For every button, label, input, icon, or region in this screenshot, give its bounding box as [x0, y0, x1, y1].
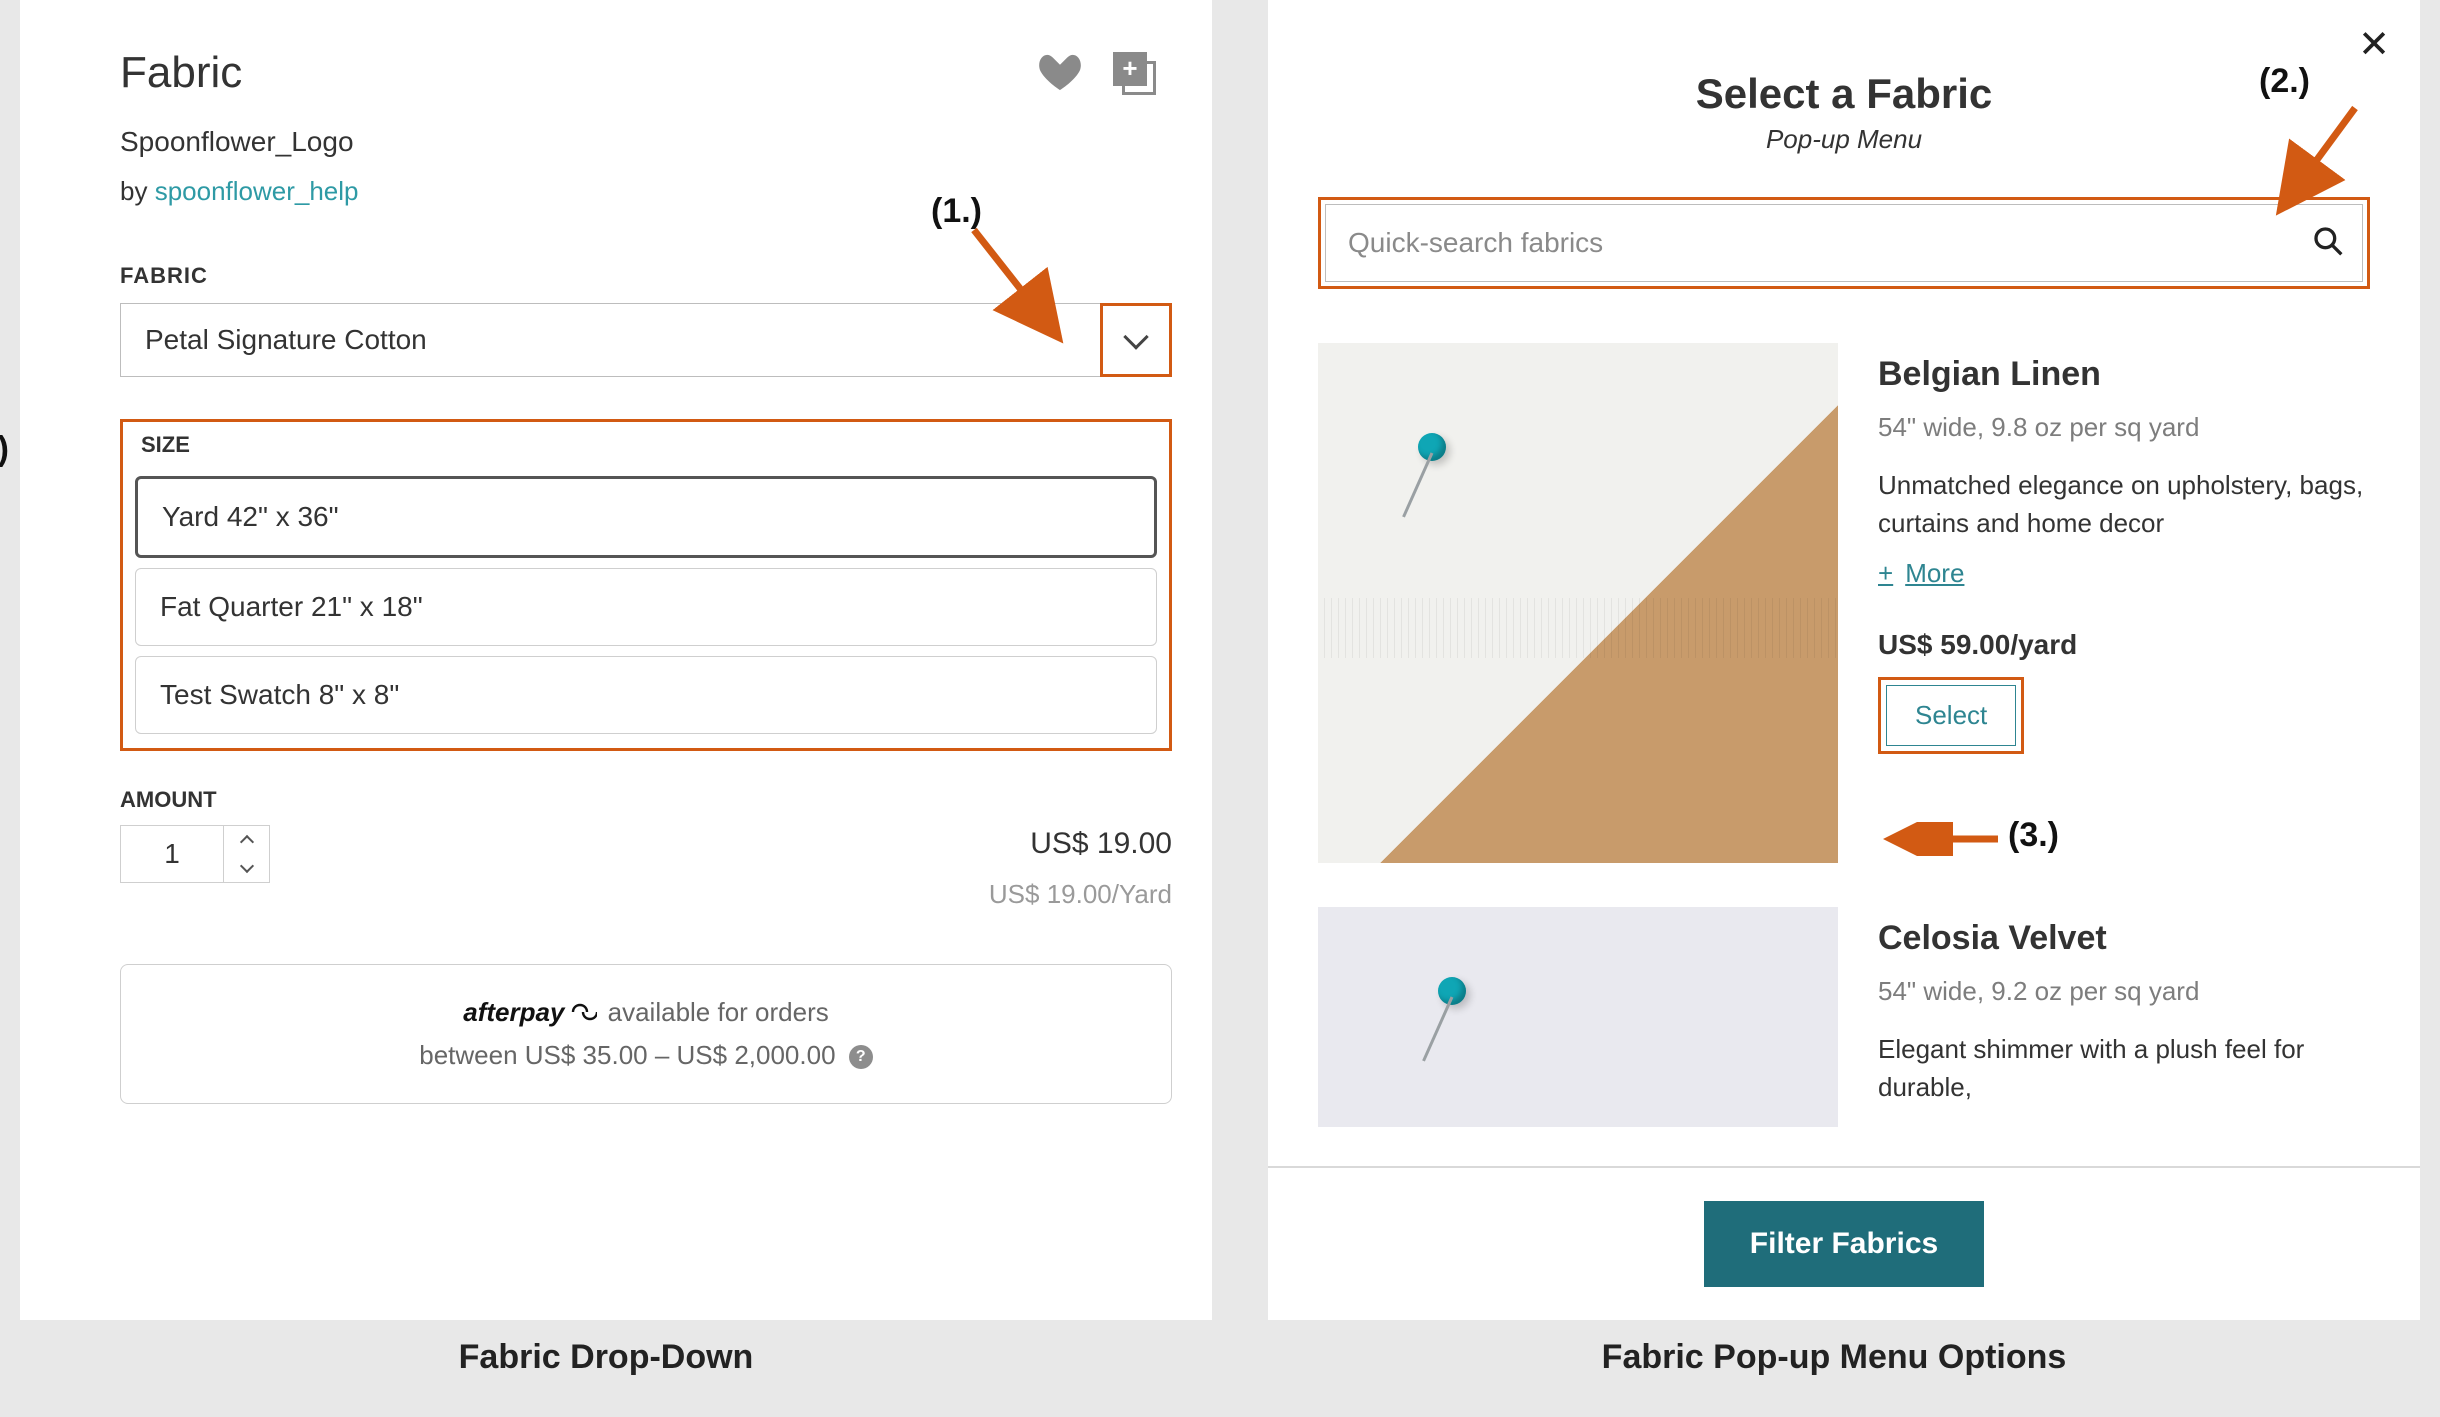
fabric-name: Belgian Linen [1878, 355, 2370, 394]
fabric-item: Celosia Velvet 54" wide, 9.2 oz per sq y… [1318, 907, 2370, 1127]
fabric-description: Unmatched elegance on upholstery, bags, … [1878, 467, 2370, 542]
amount-label: AMOUNT [120, 787, 270, 813]
afterpay-logo: afterpay [463, 997, 564, 1027]
popup-footer: Filter Fabrics [1268, 1166, 2420, 1320]
add-to-collection-icon[interactable]: + [1116, 55, 1156, 95]
afterpay-info: afterpay available for orders between US… [120, 964, 1172, 1104]
fabric-select-chevron-box[interactable] [1100, 303, 1172, 377]
right-caption: Fabric Pop-up Menu Options [1248, 1338, 2420, 1377]
select-highlight: Select [1878, 677, 2024, 754]
price-per-unit: US$ 19.00/Yard [989, 879, 1172, 910]
fabric-select[interactable]: Petal Signature Cotton [120, 303, 1172, 377]
design-name: Spoonflower_Logo [120, 126, 1172, 158]
size-option-fatquarter[interactable]: Fat Quarter 21" x 18" [135, 568, 1157, 646]
fabric-popup-panel: ✕ Select a Fabric Pop-up Menu Belgian Li… [1268, 0, 2420, 1320]
fabric-select-value: Petal Signature Cotton [120, 303, 1101, 377]
by-prefix: by [120, 176, 155, 206]
chevron-up-icon [239, 835, 253, 849]
chevron-down-icon [239, 859, 253, 873]
popup-title: Select a Fabric [1318, 70, 2370, 118]
fabric-swatch-image [1318, 907, 1838, 1127]
fabric-spec: 54" wide, 9.8 oz per sq yard [1878, 412, 2370, 443]
more-label: More [1905, 558, 1964, 588]
quantity-up[interactable] [224, 826, 269, 854]
fabric-item: Belgian Linen 54" wide, 9.8 oz per sq ya… [1318, 343, 2370, 863]
fabric-price: US$ 59.00/yard [1878, 629, 2370, 661]
fabric-name: Celosia Velvet [1878, 919, 2370, 958]
plus-icon: + [1878, 558, 1893, 588]
fabric-description: Elegant shimmer with a plush feel for du… [1878, 1031, 2370, 1106]
select-fabric-button[interactable]: Select [1886, 685, 2016, 746]
fabric-search-input[interactable] [1344, 205, 2312, 281]
fabric-dropdown-panel: + Fabric Spoonflower_Logo by spoonflower… [20, 0, 1212, 1320]
size-option-swatch[interactable]: Test Swatch 8" x 8" [135, 656, 1157, 734]
size-block: SIZE Yard 42" x 36" Fat Quarter 21" x 18… [120, 419, 1172, 751]
chevron-down-icon [1123, 324, 1148, 349]
search-icon[interactable] [2312, 225, 2344, 262]
fabric-swatch-image [1318, 343, 1838, 863]
size-option-yard[interactable]: Yard 42" x 36" [135, 476, 1157, 558]
byline: by spoonflower_help [120, 176, 1172, 207]
afterpay-text1: available for orders [600, 997, 828, 1027]
popup-subtitle: Pop-up Menu [1318, 124, 2370, 155]
filter-fabrics-button[interactable]: Filter Fabrics [1704, 1201, 1984, 1287]
close-icon[interactable]: ✕ [2358, 22, 2390, 67]
size-label: SIZE [135, 430, 1157, 466]
search-highlight [1318, 197, 2370, 289]
more-link[interactable]: + More [1878, 558, 2370, 589]
product-title: Fabric [120, 48, 1172, 98]
quantity-value: 1 [121, 826, 223, 882]
designer-link[interactable]: spoonflower_help [155, 176, 359, 206]
quantity-stepper[interactable]: 1 [120, 825, 270, 883]
quantity-down[interactable] [224, 854, 269, 882]
annotation-4: (4.) [0, 430, 9, 469]
info-icon[interactable]: ? [849, 1045, 873, 1069]
afterpay-icon [569, 999, 597, 1030]
fabric-label: FABRIC [120, 263, 1172, 289]
price: US$ 19.00 [989, 827, 1172, 861]
afterpay-text2: between US$ 35.00 – US$ 2,000.00 [419, 1040, 843, 1070]
favorite-icon[interactable] [1038, 52, 1082, 97]
left-caption: Fabric Drop-Down [20, 1338, 1192, 1377]
fabric-spec: 54" wide, 9.2 oz per sq yard [1878, 976, 2370, 1007]
